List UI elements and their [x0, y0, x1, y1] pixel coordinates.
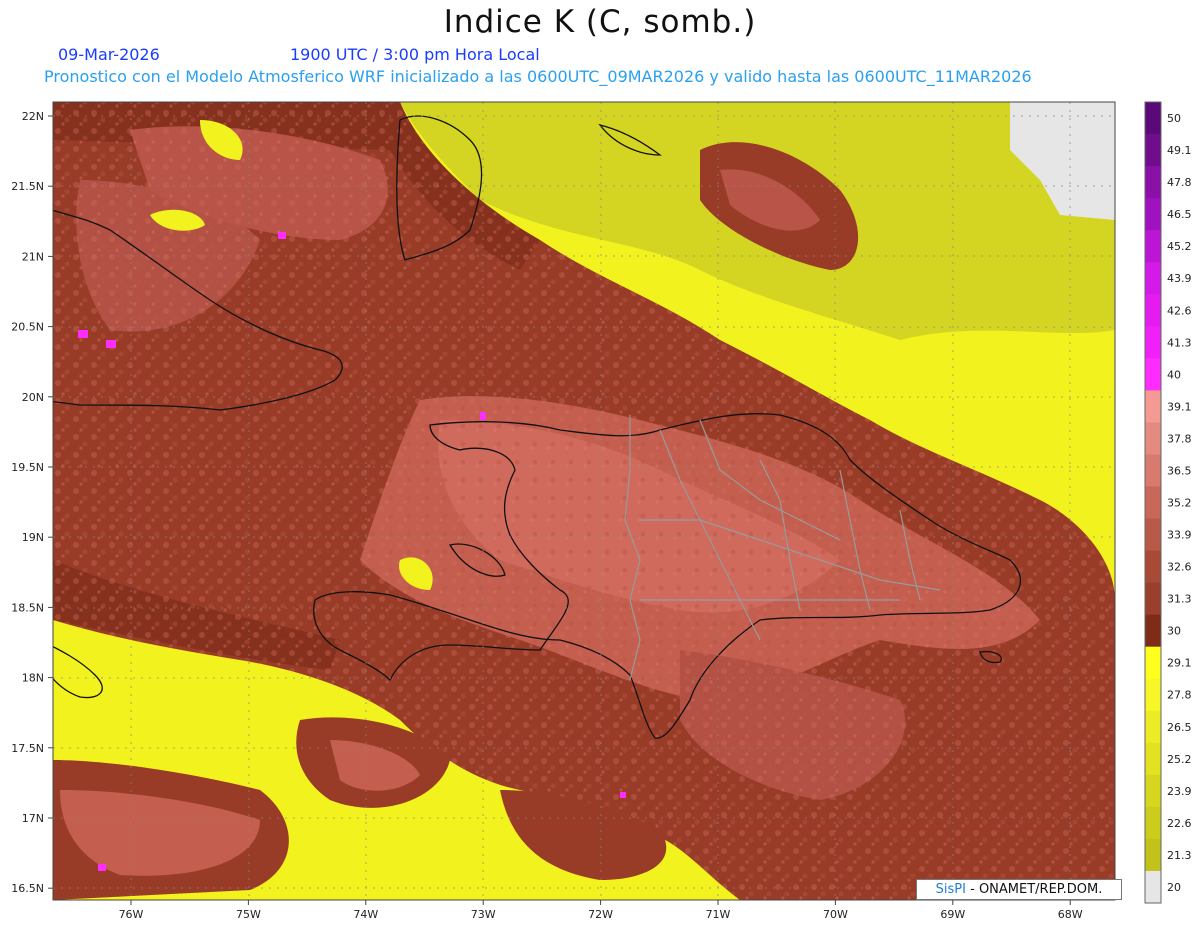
colorbar-segment	[1145, 166, 1161, 199]
lat-label: 20.5N	[11, 321, 44, 334]
colorbar-label: 31.3	[1167, 593, 1192, 606]
colorbar-segment	[1145, 870, 1161, 904]
lat-label: 18.5N	[11, 601, 44, 614]
colorbar-label: 36.5	[1167, 464, 1192, 477]
lon-label: 72W	[588, 908, 613, 921]
colorbar-segment	[1145, 294, 1161, 327]
colorbar-label: 30	[1167, 625, 1181, 638]
colorbar-segment	[1145, 838, 1161, 872]
colorbar-segment	[1145, 102, 1161, 135]
colorbar-label: 33.9	[1167, 529, 1192, 542]
colorbar-label: 27.8	[1167, 689, 1192, 702]
lon-label: 69W	[940, 908, 965, 921]
colorbar-segment	[1145, 486, 1161, 520]
credit-label: SisPI - ONAMET/REP.DOM.	[916, 879, 1122, 900]
colorbar-segment	[1145, 134, 1161, 167]
colorbar-segment	[1145, 582, 1161, 616]
lat-label: 21.5N	[11, 180, 44, 193]
colorbar-segment	[1145, 422, 1161, 455]
colorbar-label: 45.2	[1167, 240, 1192, 253]
colorbar-label: 43.9	[1167, 272, 1192, 285]
hotspot	[278, 232, 286, 239]
colorbar-segment	[1145, 454, 1161, 487]
lat-label: 19N	[22, 531, 44, 544]
colorbar-segment	[1145, 262, 1161, 295]
longitude-labels: 76W 75W 74W 73W 72W 71W 70W 69W 68W	[119, 900, 1083, 921]
colorbar-label: 20	[1167, 881, 1181, 894]
colorbar-segment	[1145, 710, 1161, 744]
colorbar-label: 35.2	[1167, 497, 1192, 510]
lat-label: 17N	[22, 812, 44, 825]
colorbar: 50 49.1 47.8 46.5 45.2 43.9 42.6 41.3 40 39.1 37.8…	[1144, 101, 1192, 904]
colorbar-segment	[1145, 358, 1161, 391]
colorbar-segment	[1145, 518, 1161, 552]
colorbar-label: 32.6	[1167, 561, 1192, 574]
colorbar-segment	[1145, 614, 1161, 648]
colorbar-label: 29.1	[1167, 657, 1192, 670]
lon-label: 76W	[119, 908, 144, 921]
colorbar-segment	[1145, 742, 1161, 776]
hotspot	[98, 864, 106, 871]
colorbar-segment	[1145, 806, 1161, 840]
lat-label: 19.5N	[11, 461, 44, 474]
latitude-labels: 22N 21.5N 21N 20.5N 20N 19.5N 19N 18.5N 18N 17.5N…	[11, 110, 53, 895]
k-index-map: 22N 21.5N 21N 20.5N 20N 19.5N 19N 18.5N 18N 17.5N…	[11, 101, 1192, 921]
colorbar-segment	[1145, 774, 1161, 808]
lat-label: 20N	[22, 391, 44, 404]
map-field	[53, 102, 1115, 900]
lat-label: 17.5N	[11, 742, 44, 755]
lon-label: 74W	[353, 908, 378, 921]
hotspot	[106, 340, 116, 348]
colorbar-label: 42.6	[1167, 304, 1192, 317]
lon-label: 75W	[236, 908, 261, 921]
colorbar-segment	[1145, 326, 1161, 359]
colorbar-label: 47.8	[1167, 176, 1192, 189]
hotspot	[78, 330, 88, 338]
colorbar-label: 39.1	[1167, 400, 1192, 413]
colorbar-segment	[1145, 230, 1161, 263]
credit-brand: SisPI	[935, 882, 966, 897]
colorbar-label: 50	[1167, 112, 1181, 125]
credit-text: - ONAMET/REP.DOM.	[965, 882, 1103, 897]
colorbar-segment	[1145, 198, 1161, 231]
lat-label: 21N	[22, 250, 44, 263]
colorbar-label: 22.6	[1167, 817, 1192, 830]
colorbar-label: 21.3	[1167, 849, 1192, 862]
colorbar-label: 26.5	[1167, 721, 1192, 734]
lat-label: 22N	[22, 110, 44, 123]
colorbar-segment	[1145, 646, 1161, 680]
lon-label: 71W	[706, 908, 731, 921]
hotspot	[620, 792, 626, 798]
colorbar-segment	[1145, 550, 1161, 584]
lat-label: 18N	[22, 672, 44, 685]
colorbar-label: 46.5	[1167, 208, 1192, 221]
lat-label: 16.5N	[11, 882, 44, 895]
lon-label: 68W	[1058, 908, 1083, 921]
colorbar-segment	[1145, 678, 1161, 712]
colorbar-label: 40	[1167, 368, 1181, 381]
colorbar-label: 25.2	[1167, 753, 1192, 766]
colorbar-label: 41.3	[1167, 336, 1192, 349]
lon-label: 73W	[471, 908, 496, 921]
colorbar-label: 23.9	[1167, 785, 1192, 798]
lon-label: 70W	[823, 908, 848, 921]
colorbar-segment	[1145, 390, 1161, 423]
colorbar-label: 37.8	[1167, 432, 1192, 445]
colorbar-label: 49.1	[1167, 144, 1192, 157]
